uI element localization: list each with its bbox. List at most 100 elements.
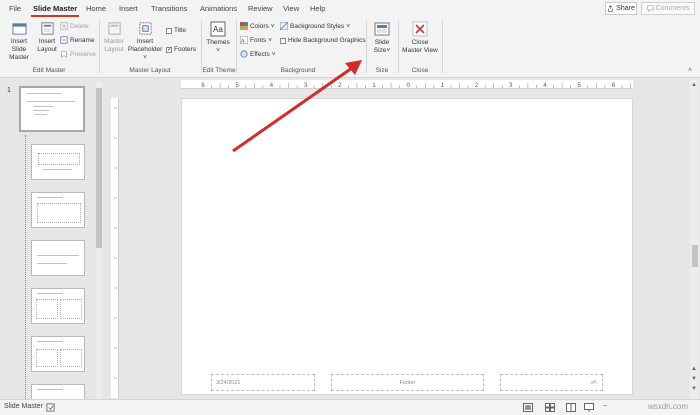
footers-checkbox-box[interactable]: ✓ bbox=[166, 46, 172, 53]
ruler-tick-label: 4 bbox=[270, 83, 274, 89]
horizontal-ruler: 6 5 4 3 2 1 0 1 2 3 4 5 6 bbox=[181, 80, 633, 89]
insert-placeholder-icon bbox=[138, 22, 152, 35]
ruler-tick-label: 5 bbox=[236, 83, 240, 89]
themes-button[interactable]: Aa Themes ˅ bbox=[204, 21, 232, 55]
insert-placeholder-button[interactable]: Insert Placeholder ˅ bbox=[128, 21, 162, 62]
tab-home[interactable]: Home bbox=[86, 4, 106, 13]
effects-icon bbox=[240, 50, 248, 58]
ruler-tick-label: 1 bbox=[372, 83, 376, 89]
insert-layout-button[interactable]: Insert Layout bbox=[36, 21, 58, 54]
slide-size-button[interactable]: Slide Size˅ bbox=[370, 21, 394, 55]
group-label-master-layout: Master Layout bbox=[129, 67, 171, 74]
group-label-size: Size bbox=[375, 67, 389, 74]
ruler-tick-label: 2 bbox=[338, 83, 342, 89]
thumbnail-layout[interactable] bbox=[31, 384, 85, 399]
insert-slide-master-icon bbox=[11, 23, 27, 35]
rename-button[interactable]: Rename bbox=[60, 36, 95, 44]
tab-transitions[interactable]: Transitions bbox=[151, 4, 187, 13]
svg-text:Aa: Aa bbox=[213, 25, 223, 34]
vertical-ruler bbox=[111, 98, 119, 398]
share-button[interactable]: Share bbox=[605, 2, 637, 15]
scroll-down-icon[interactable]: ▼ bbox=[691, 376, 697, 382]
collapse-ribbon-icon[interactable]: ˄ bbox=[688, 67, 692, 74]
background-styles-dropdown[interactable]: Background Styles ˅ bbox=[280, 22, 350, 30]
master-layout-icon bbox=[107, 22, 121, 35]
share-icon bbox=[608, 5, 614, 12]
group-separator bbox=[366, 20, 367, 73]
tab-slide-master[interactable]: Slide Master bbox=[30, 4, 80, 17]
chevron-down-icon: ˅ bbox=[386, 47, 391, 54]
ruler-tick-label: 3 bbox=[509, 83, 513, 89]
tab-insert[interactable]: Insert bbox=[119, 4, 138, 13]
group-separator bbox=[398, 20, 399, 73]
fonts-dropdown[interactable]: A Fonts ˅ bbox=[240, 36, 272, 44]
effects-dropdown[interactable]: Effects ˅ bbox=[240, 50, 276, 58]
normal-view-icon[interactable] bbox=[523, 403, 533, 412]
thumbnail-layout[interactable] bbox=[31, 144, 85, 180]
tab-review[interactable]: Review bbox=[248, 4, 273, 13]
slide-size-icon bbox=[374, 22, 390, 36]
themes-label: Themes bbox=[206, 39, 230, 46]
tab-view[interactable]: View bbox=[283, 4, 299, 13]
reading-view-icon[interactable] bbox=[566, 403, 576, 412]
slide-number-text: ‹#› bbox=[590, 379, 597, 386]
insert-slide-master-button[interactable]: Insert Slide Master bbox=[3, 21, 35, 62]
insert-slide-master-label-2: Master bbox=[9, 54, 29, 61]
chevron-down-icon: ˅ bbox=[346, 22, 350, 30]
thumbnail-scrollbar[interactable] bbox=[96, 82, 102, 399]
delete-button[interactable]: Delete bbox=[60, 22, 89, 30]
slide-number-placeholder[interactable]: ‹#› bbox=[500, 374, 603, 391]
preserve-button[interactable]: Preserve bbox=[60, 50, 96, 58]
layout-tree-line bbox=[25, 135, 26, 399]
close-master-view-button[interactable]: Close Master View bbox=[400, 21, 440, 55]
tab-animations[interactable]: Animations bbox=[200, 4, 237, 13]
scroll-down-icon[interactable]: ▼ bbox=[691, 386, 697, 392]
thumbnail-scrollbar-thumb[interactable] bbox=[96, 88, 102, 248]
scroll-up-icon[interactable]: ▲ bbox=[691, 82, 697, 88]
slide-thumbnail-pane: 1 bbox=[0, 79, 105, 399]
slide-size-label-1: Slide bbox=[374, 39, 390, 46]
master-layout-button[interactable]: Master Layout bbox=[102, 21, 126, 54]
preserve-icon bbox=[61, 51, 67, 58]
slide-sorter-icon[interactable] bbox=[545, 403, 555, 412]
colors-label: Colors bbox=[250, 22, 269, 30]
colors-dropdown[interactable]: Colors ˅ bbox=[240, 22, 275, 30]
group-separator bbox=[442, 20, 443, 73]
vertical-scrollbar[interactable]: ▲ ▲ ▼ ▼ bbox=[690, 80, 699, 399]
comments-button[interactable]: Comments bbox=[641, 2, 695, 15]
comments-label: Comments bbox=[655, 5, 690, 12]
master-layout-label-1: Master bbox=[104, 38, 124, 45]
thumbnail-layout[interactable] bbox=[31, 288, 85, 324]
effects-label: Effects bbox=[250, 50, 270, 58]
close-master-view-label-1: Close bbox=[411, 39, 429, 46]
share-label: Share bbox=[616, 5, 635, 12]
vertical-scrollbar-thumb[interactable] bbox=[692, 245, 698, 267]
slide-show-icon[interactable] bbox=[584, 403, 594, 412]
date-placeholder[interactable]: 3/24/2021 bbox=[211, 374, 315, 391]
svg-text:A: A bbox=[241, 38, 245, 44]
slide-master-canvas[interactable]: 3/24/2021 Footer ‹#› bbox=[181, 98, 633, 395]
footer-placeholder[interactable]: Footer bbox=[331, 374, 484, 391]
zoom-out-icon[interactable]: − bbox=[603, 403, 607, 410]
hide-background-graphics-checkbox[interactable]: Hide Background Graphics bbox=[280, 37, 366, 44]
fonts-label: Fonts bbox=[250, 36, 267, 44]
insert-placeholder-label-2: Placeholder bbox=[128, 46, 163, 53]
thumbnail-layout[interactable] bbox=[31, 240, 85, 276]
ruler-tick-label: 4 bbox=[543, 83, 547, 89]
tab-help[interactable]: Help bbox=[310, 4, 325, 13]
insert-layout-label-2: Layout bbox=[37, 46, 57, 53]
title-checkbox-box[interactable] bbox=[166, 27, 172, 34]
tab-file[interactable]: File bbox=[9, 4, 21, 13]
thumbnail-slide-master[interactable] bbox=[19, 86, 85, 132]
chevron-down-icon: ˅ bbox=[270, 22, 275, 30]
group-label-close: Close bbox=[411, 67, 429, 74]
ribbon-tabs: File Slide Master Home Insert Transition… bbox=[0, 0, 700, 17]
title-checkbox[interactable]: Title bbox=[166, 27, 186, 34]
hide-background-graphics-box[interactable] bbox=[280, 37, 286, 44]
footers-checkbox[interactable]: ✓ Footers bbox=[166, 46, 196, 53]
accessibility-icon[interactable] bbox=[46, 403, 55, 412]
scroll-up-icon[interactable]: ▲ bbox=[691, 366, 697, 372]
ruler-tick-label: 2 bbox=[475, 83, 479, 89]
thumbnail-layout[interactable] bbox=[31, 192, 85, 228]
thumbnail-layout[interactable] bbox=[31, 336, 85, 372]
